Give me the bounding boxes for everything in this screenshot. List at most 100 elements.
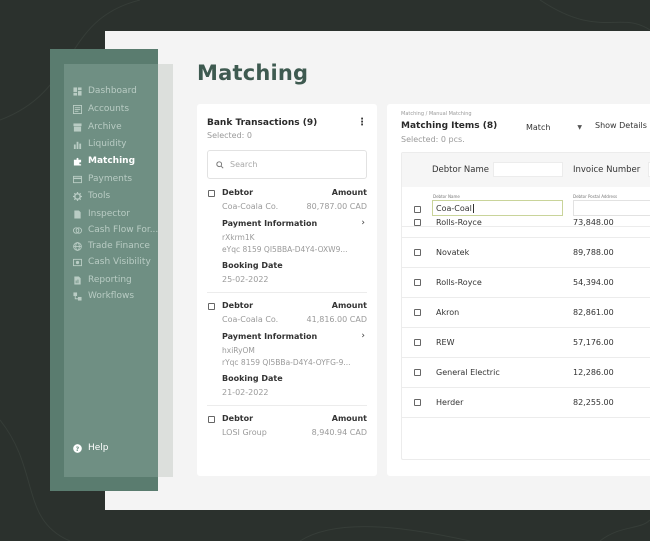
sidebar-item-cash-flow[interactable]: Cash Flow For... (73, 223, 158, 237)
table-row[interactable]: Rolls-Royce 54,394.00 (402, 268, 650, 298)
row-invoice-number: 73,848.00 (573, 218, 614, 227)
sidebar: Dashboard Accounts Archive Liquidity Mat… (64, 64, 158, 477)
table-row[interactable]: Akron 82,861.00 (402, 298, 650, 328)
card-icon (73, 175, 82, 184)
transaction-checkbox[interactable] (208, 190, 215, 197)
debtor-label: Debtor (222, 188, 254, 197)
more-options-icon[interactable]: ⋮ (357, 117, 367, 128)
sidebar-item-label: Cash Visibility (88, 257, 151, 267)
payment-info-line1: hxiRyOM (222, 346, 255, 355)
row-debtor-name: Rolls-Royce (436, 218, 482, 227)
payment-info-line2: eYqc 8159 QI5BBA-D4Y4-OXW9... (222, 245, 348, 254)
sidebar-item-trade-finance[interactable]: Trade Finance (73, 239, 150, 253)
booking-date-value: 25-02-2022 (222, 275, 269, 284)
debtor-label: Debtor (222, 414, 254, 423)
search-icon (216, 160, 224, 169)
sidebar-item-tools[interactable]: Tools (73, 189, 110, 203)
search-placeholder: Search (230, 160, 258, 169)
row-debtor-name: Herder (436, 398, 464, 407)
transaction-checkbox[interactable] (208, 303, 215, 310)
search-input[interactable]: Search (207, 150, 367, 179)
chart-icon (73, 140, 82, 149)
help-label: Help (88, 443, 109, 453)
sidebar-item-matching[interactable]: Matching (73, 154, 135, 168)
transaction-checkbox[interactable] (208, 416, 215, 423)
table-row[interactable]: REW 57,176.00 (402, 328, 650, 358)
sidebar-item-reporting[interactable]: Reporting (73, 273, 132, 287)
row-invoice-number: 57,176.00 (573, 338, 614, 347)
sidebar-item-label: Inspector (88, 209, 130, 219)
sidebar-item-cash-visibility[interactable]: Cash Visibility (73, 255, 151, 269)
gear-icon (73, 191, 82, 201)
row-checkbox[interactable] (414, 399, 421, 406)
globe-icon (73, 241, 82, 251)
row-invoice-number: 54,394.00 (573, 278, 614, 287)
sidebar-item-label: Payments (88, 174, 133, 184)
sidebar-item-inspector[interactable]: Inspector (73, 207, 130, 221)
sidebar-item-liquidity[interactable]: Liquidity (73, 137, 127, 151)
table-row[interactable]: General Electric 12,286.00 (402, 358, 650, 388)
chevron-right-icon[interactable]: › (361, 331, 365, 341)
sidebar-item-label: Archive (88, 122, 122, 132)
payment-info-label: Payment Information (222, 332, 318, 341)
sidebar-item-accounts[interactable]: Accounts (73, 102, 129, 116)
sidebar-item-label: Tools (88, 191, 111, 201)
debtor-value: Coa-Coala Co. (222, 315, 279, 324)
main-panel: Matching Bank Transactions (9) Selected:… (105, 31, 650, 510)
row-checkbox[interactable] (414, 369, 421, 376)
bank-transactions-selected: Selected: 0 (207, 131, 253, 140)
page-title: Matching (197, 61, 309, 85)
divider (207, 405, 367, 406)
payment-info-line1: rXkrm1K (222, 233, 255, 242)
sidebar-item-label: Workflows (88, 291, 135, 301)
sidebar-item-workflows[interactable]: Workflows (73, 289, 134, 303)
amount-label: Amount (331, 188, 367, 197)
row-checkbox[interactable] (414, 309, 421, 316)
dashboard-icon (73, 86, 82, 96)
table-row[interactable]: Novatek 89,788.00 (402, 238, 650, 268)
bank-transactions-title: Bank Transactions (9) (207, 118, 318, 128)
row-invoice-number: 82,255.00 (573, 398, 614, 407)
divider (207, 292, 367, 293)
table-row[interactable]: Herder 82,255.00 (402, 388, 650, 418)
report-icon (73, 275, 82, 285)
show-details-button[interactable]: Show Details (595, 121, 647, 130)
row-checkbox[interactable] (414, 339, 421, 346)
row-checkbox[interactable] (414, 219, 421, 226)
help-button[interactable]: ? Help (73, 443, 109, 453)
sidebar-item-archive[interactable]: Archive (73, 120, 122, 134)
sidebar-item-label: Reporting (88, 275, 132, 285)
sidebar-item-label: Matching (88, 156, 136, 166)
row-debtor-name: General Electric (436, 368, 500, 377)
sidebar-item-label: Trade Finance (88, 241, 150, 251)
sidebar-item-label: Cash Flow For... (88, 225, 159, 235)
chevron-down-icon: ▼ (577, 123, 582, 131)
debtor-value: Coa-Coala Co. (222, 202, 279, 211)
matching-table: Debtor Name Invoice Number Debtor Name C… (401, 152, 650, 460)
payment-info-label: Payment Information (222, 219, 318, 228)
header-filter-box[interactable] (493, 162, 563, 177)
table-header: Debtor Name Invoice Number (402, 153, 650, 187)
table-row[interactable]: Rolls-Royce 73,848.00 (402, 208, 650, 238)
matching-items-card: Matching / Manual Matching Matching Item… (387, 104, 650, 476)
chevron-right-icon[interactable]: › (361, 218, 365, 228)
amount-label: Amount (331, 414, 367, 423)
row-invoice-number: 12,286.00 (573, 368, 614, 377)
sidebar-item-payments[interactable]: Payments (73, 172, 132, 186)
debtor-label: Debtor (222, 301, 254, 310)
row-debtor-name: Novatek (436, 248, 470, 257)
sidebar-item-label: Liquidity (88, 139, 127, 149)
match-mode-select[interactable]: Match ▼ (524, 120, 584, 134)
breadcrumb[interactable]: Matching / Manual Matching (401, 111, 472, 117)
row-checkbox[interactable] (414, 249, 421, 256)
sidebar-item-dashboard[interactable]: Dashboard (73, 84, 137, 98)
workflow-icon (73, 291, 82, 301)
debtor-value: LOSI Group (222, 428, 267, 437)
column-invoice-number[interactable]: Invoice Number (573, 165, 640, 175)
booking-date-label: Booking Date (222, 261, 283, 270)
payment-info-line2: rYqc 8159 QI5BBa-D4Y4-OYFG-9... (222, 358, 351, 367)
sidebar-item-label: Dashboard (88, 86, 137, 96)
column-debtor-name[interactable]: Debtor Name (432, 165, 489, 175)
row-invoice-number: 82,861.00 (573, 308, 614, 317)
row-checkbox[interactable] (414, 279, 421, 286)
